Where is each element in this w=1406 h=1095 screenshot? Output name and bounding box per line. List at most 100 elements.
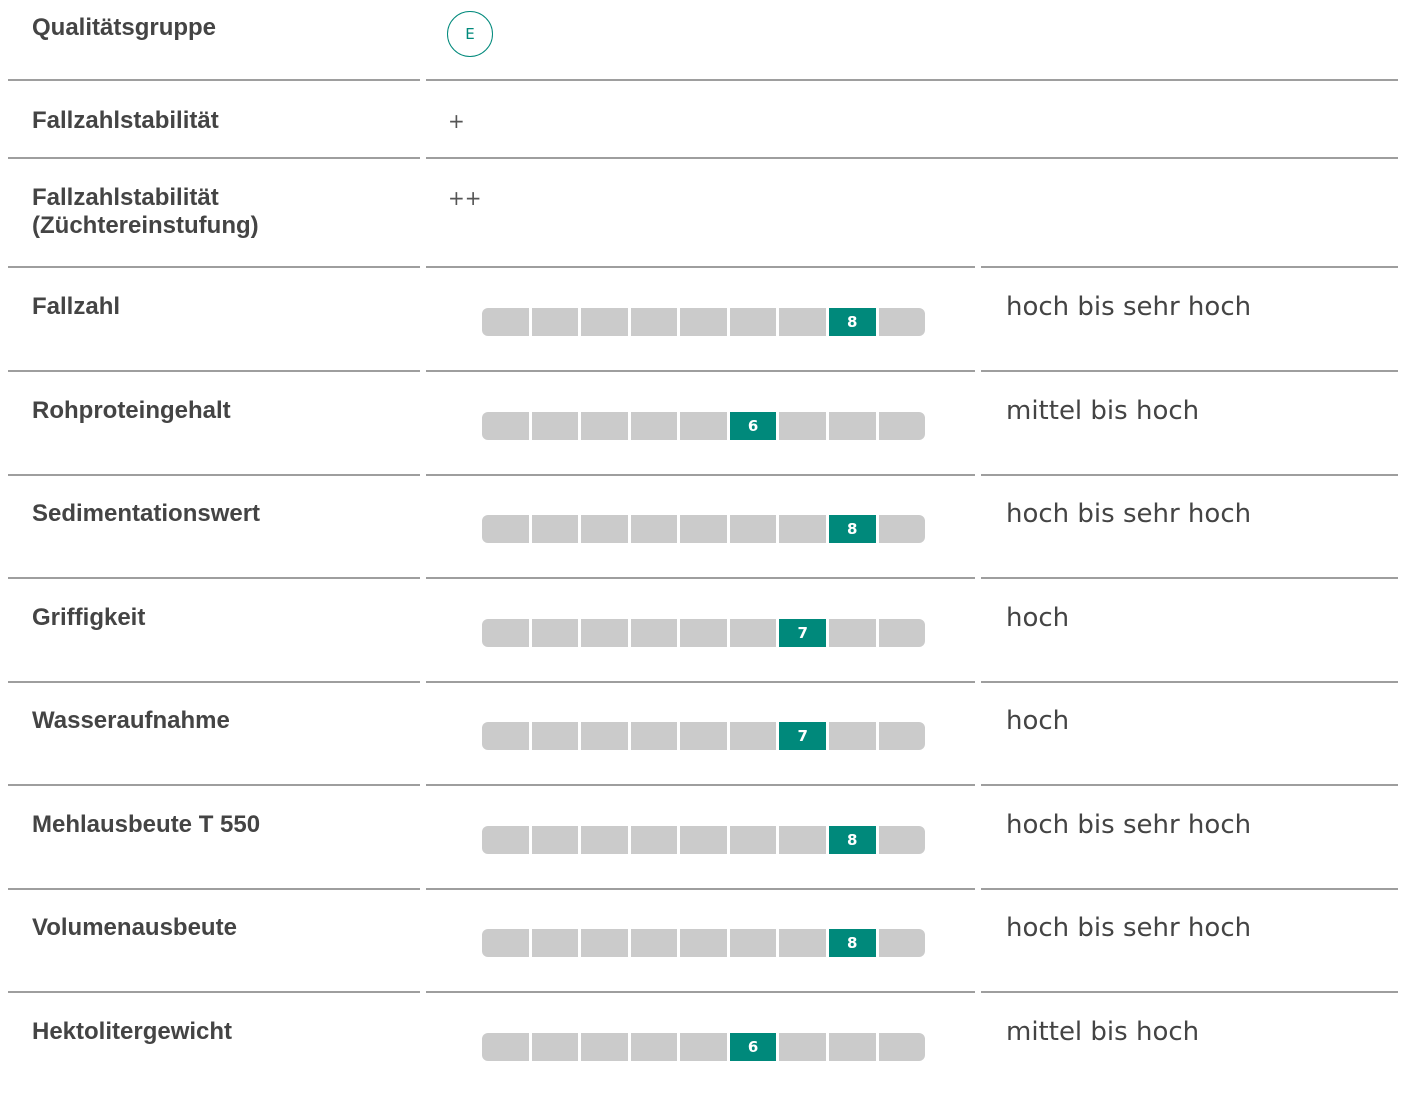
- rating-segment: [729, 826, 777, 854]
- rating-scale-bar: 8: [482, 515, 926, 543]
- row-label: Mehlausbeute T 550: [32, 811, 261, 838]
- rating-segment: [531, 308, 579, 336]
- row-label: Fallzahl: [32, 293, 121, 320]
- rating-segment: [878, 1033, 926, 1061]
- rating-segment: [581, 1033, 628, 1061]
- rating-segment: [531, 515, 579, 543]
- row-qualitaetsgruppe: Qualitätsgruppe E: [0, 0, 1406, 80]
- rating-segment: [779, 1033, 826, 1061]
- rating-segment: [878, 929, 926, 957]
- rating-segment: [531, 929, 579, 957]
- rating-segment: [531, 1033, 579, 1061]
- rating-segment: [581, 308, 628, 336]
- rating-scale-bar: 8: [482, 929, 926, 957]
- rating-segment: [482, 929, 529, 957]
- rating-segment: [680, 412, 727, 440]
- row-label: Rohproteingehalt: [32, 397, 231, 424]
- rating-scale-bar: 7: [482, 619, 926, 647]
- rating-score-segment: 6: [729, 1033, 777, 1061]
- rating-segment: [630, 412, 678, 440]
- row-fallzahlstabilitaet-zuechter: Fallzahlstabilität (Züchtereinstufung) +…: [0, 159, 1406, 266]
- rating-segment: [581, 619, 628, 647]
- rating-segment: [630, 515, 678, 543]
- rating-segment: [482, 308, 529, 336]
- rating-segment: [482, 412, 529, 440]
- rating-segment: [680, 515, 727, 543]
- row-value: +: [448, 109, 465, 133]
- rating-row: Griffigkeit 7 hoch: [0, 579, 1406, 681]
- rating-score-segment: 7: [779, 619, 826, 647]
- rating-row: Fallzahl 8 hoch bis sehr hoch: [0, 268, 1406, 370]
- rating-score-segment: 8: [828, 515, 876, 543]
- rating-description: mittel bis hoch: [1006, 396, 1200, 426]
- rating-segment: [779, 515, 826, 543]
- rating-description: mittel bis hoch: [1006, 1017, 1200, 1047]
- rating-scale-bar: 8: [482, 308, 926, 336]
- quality-table: Qualitätsgruppe E Fallzahlstabilität + F…: [0, 0, 1406, 1061]
- rating-description: hoch: [1006, 603, 1070, 633]
- rating-segment: [828, 619, 876, 647]
- rating-segment: [779, 826, 826, 854]
- rating-segment: [630, 722, 678, 750]
- rating-row: Hektolitergewicht 6 mittel bis hoch: [0, 993, 1406, 1095]
- rating-segment: [531, 619, 579, 647]
- row-label: Sedimentationswert: [32, 500, 261, 527]
- row-label: Fallzahlstabilität (Züchtereinstufung): [32, 184, 259, 239]
- rating-scale-bar: 7: [482, 722, 926, 750]
- rating-segment: [531, 826, 579, 854]
- rating-segment: [630, 619, 678, 647]
- rating-scale-bar: 8: [482, 826, 926, 854]
- rating-segment: [729, 619, 777, 647]
- rating-segment: [779, 308, 826, 336]
- rating-segment: [482, 826, 529, 854]
- rating-segment: [878, 722, 926, 750]
- rating-segment: [878, 412, 926, 440]
- rating-segment: [779, 929, 826, 957]
- rating-segment: [828, 1033, 876, 1061]
- rating-segment: [878, 619, 926, 647]
- rating-segment: [630, 1033, 678, 1061]
- rating-segment: [680, 722, 727, 750]
- row-label: Volumenausbeute: [32, 914, 237, 941]
- rating-description: hoch bis sehr hoch: [1006, 292, 1252, 322]
- quality-group-badge: E: [447, 11, 493, 57]
- rating-segment: [482, 1033, 529, 1061]
- row-label: Fallzahlstabilität: [32, 107, 219, 134]
- rating-scale-bar: 6: [482, 1033, 926, 1061]
- rating-row: Rohproteingehalt 6 mittel bis hoch: [0, 372, 1406, 474]
- row-label: Hektolitergewicht: [32, 1018, 233, 1045]
- rating-segment: [680, 826, 727, 854]
- rating-segment: [729, 308, 777, 336]
- rating-segment: [630, 826, 678, 854]
- rating-segment: [482, 619, 529, 647]
- rating-segment: [729, 722, 777, 750]
- rating-scale-bar: 6: [482, 412, 926, 440]
- rating-segment: [581, 722, 628, 750]
- rating-row: Wasseraufnahme 7 hoch: [0, 682, 1406, 784]
- rating-segment: [828, 722, 876, 750]
- rating-score-segment: 7: [779, 722, 826, 750]
- rating-description: hoch bis sehr hoch: [1006, 810, 1252, 840]
- rating-segment: [729, 929, 777, 957]
- rating-score-segment: 8: [828, 308, 876, 336]
- rating-segment: [630, 308, 678, 336]
- rating-segment: [680, 619, 727, 647]
- row-label: Wasseraufnahme: [32, 707, 230, 734]
- rating-score-segment: 8: [828, 826, 876, 854]
- rating-segment: [680, 308, 727, 336]
- rating-row: Volumenausbeute 8 hoch bis sehr hoch: [0, 889, 1406, 991]
- rating-row: Mehlausbeute T 550 8 hoch bis sehr hoch: [0, 786, 1406, 888]
- rating-segment: [878, 515, 926, 543]
- row-fallzahlstabilitaet: Fallzahlstabilität +: [0, 81, 1406, 157]
- row-label: Griffigkeit: [32, 604, 146, 631]
- row-value: ++: [448, 186, 482, 210]
- rating-segment: [630, 929, 678, 957]
- rating-description: hoch bis sehr hoch: [1006, 499, 1252, 529]
- rating-segment: [878, 308, 926, 336]
- rating-segment: [531, 412, 579, 440]
- rating-segment: [729, 515, 777, 543]
- rating-score-segment: 8: [828, 929, 876, 957]
- rating-segment: [581, 929, 628, 957]
- rating-segment: [482, 722, 529, 750]
- rating-segment: [581, 412, 628, 440]
